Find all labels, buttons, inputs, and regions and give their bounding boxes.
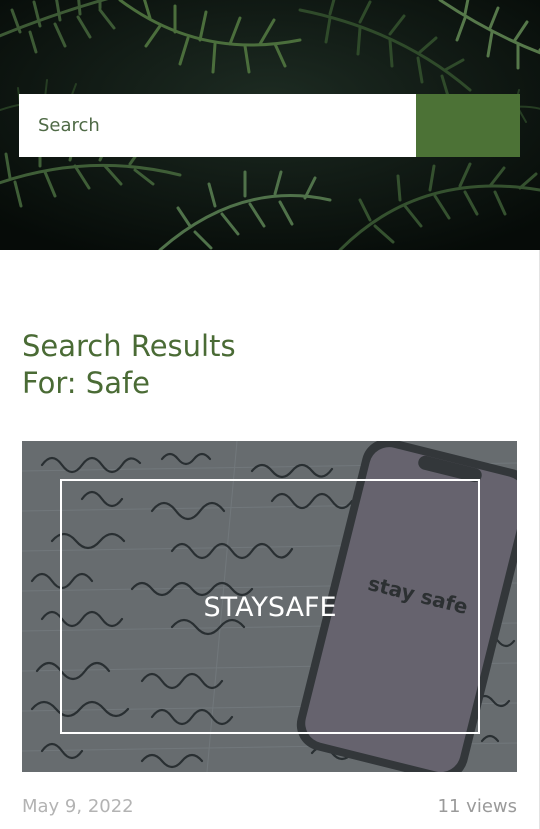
results-heading-line1: Search Results (22, 329, 236, 363)
post-view-count: 11 views (437, 796, 517, 817)
search-button[interactable] (20, 94, 520, 157)
search-form (19, 94, 520, 157)
results-heading-line2: For: Safe (22, 366, 151, 400)
search-icon (20, 95, 41, 116)
post-title[interactable]: STAYSAFE (203, 592, 336, 623)
hero-banner (0, 0, 540, 250)
search-input[interactable] (19, 94, 416, 157)
post-card-image[interactable]: stay safe STAYSAFE (22, 441, 517, 772)
post-title-frame: STAYSAFE (60, 479, 480, 734)
post-date: May 9, 2022 (22, 796, 134, 817)
search-results-heading: Search Results For: Safe (22, 328, 322, 402)
